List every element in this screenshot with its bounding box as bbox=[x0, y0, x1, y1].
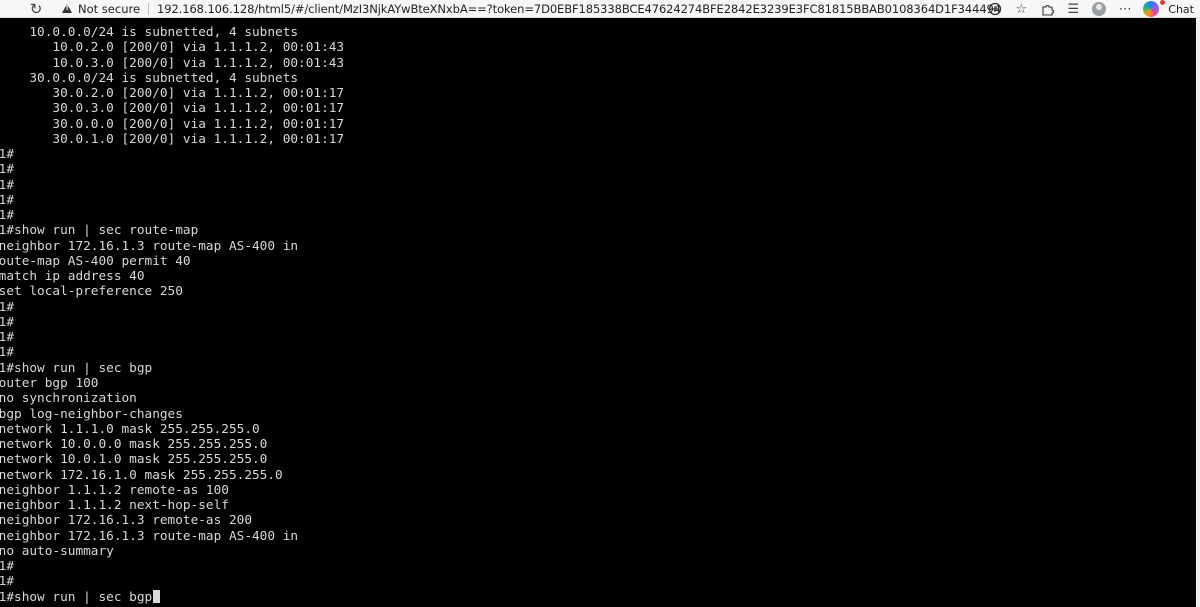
terminal-line: set local-preference 250 bbox=[0, 284, 183, 300]
copilot-icon[interactable] bbox=[1138, 0, 1166, 18]
terminal-line: R1# bbox=[0, 330, 15, 346]
puzzle-icon[interactable] bbox=[1034, 0, 1060, 18]
terminal-line: bgp log-neighbor-changes bbox=[0, 406, 183, 422]
terminal-line: neighbor 172.16.1.3 remote-as 200 bbox=[0, 513, 252, 529]
terminal-line: B 30.0.3.0 [200/0] via 1.1.1.2, 00:01:17 bbox=[0, 101, 345, 117]
browser-toolbar: ↻ Not secure 192.168.106.128/html5/#/cli… bbox=[0, 0, 1200, 18]
terminal-line: R1#show run | sec bgp bbox=[0, 589, 161, 605]
terminal-line: B 30.0.0.0 [200/0] via 1.1.1.2, 00:01:17 bbox=[0, 116, 345, 132]
window-edge bbox=[1196, 18, 1200, 607]
terminal-line: neighbor 1.1.1.2 remote-as 100 bbox=[0, 482, 229, 498]
toolbar-right-icons: ☆ ☰ ⋯ Chat bbox=[982, 0, 1200, 18]
terminal-line: neighbor 1.1.1.2 next-hop-self bbox=[0, 498, 229, 514]
terminal-line: match ip address 40 bbox=[0, 269, 145, 285]
terminal-line: R1# bbox=[0, 162, 15, 178]
terminal-output[interactable]: 10.0.0.0/24 is subnetted, 4 subnets B 10.… bbox=[0, 18, 1200, 607]
terminal-line: B 30.0.1.0 [200/0] via 1.1.1.2, 00:01:17 bbox=[0, 131, 345, 147]
terminal-cursor bbox=[153, 589, 161, 603]
security-label: Not secure bbox=[78, 1, 141, 16]
terminal-line: B 30.0.2.0 [200/0] via 1.1.1.2, 00:01:17 bbox=[0, 86, 345, 102]
terminal-line: 10.0.0.0/24 is subnetted, 4 subnets bbox=[0, 25, 299, 40]
terminal-line: R1# bbox=[0, 208, 15, 224]
refresh-icon[interactable]: ↻ bbox=[26, 0, 46, 18]
terminal-line: R1# bbox=[0, 314, 15, 330]
address-bar-url[interactable]: 192.168.106.128/html5/#/client/MzI3NjkAY… bbox=[157, 2, 1001, 16]
terminal-line: R1#show run | sec route-map bbox=[0, 223, 199, 239]
terminal-line: router bgp 100 bbox=[0, 375, 99, 391]
terminal-line: no auto-summary bbox=[0, 543, 114, 559]
terminal-line: no synchronization bbox=[0, 391, 137, 407]
terminal-line: R1# bbox=[0, 299, 15, 315]
terminal-line: network 10.0.0.0 mask 255.255.255.0 bbox=[0, 437, 268, 453]
terminal-line: R1# bbox=[0, 345, 15, 361]
notification-dot bbox=[1160, 0, 1166, 5]
terminal-line: network 1.1.1.0 mask 255.255.255.0 bbox=[0, 421, 260, 437]
terminal-line: R1# bbox=[0, 147, 15, 163]
chat-label[interactable]: Chat bbox=[1168, 3, 1194, 16]
terminal-line: B 10.0.2.0 [200/0] via 1.1.1.2, 00:01:43 bbox=[0, 40, 345, 56]
profile-icon[interactable] bbox=[1086, 0, 1112, 18]
terminal-line: neighbor 172.16.1.3 route-map AS-400 in bbox=[0, 528, 299, 544]
terminal-line: route-map AS-400 permit 40 bbox=[0, 253, 191, 269]
more-icon[interactable]: ⋯ bbox=[1112, 0, 1138, 18]
security-indicator[interactable]: Not secure bbox=[62, 0, 140, 18]
terminal-line: R1# bbox=[0, 177, 15, 193]
terminal-line: R1#show run | sec bgp bbox=[0, 360, 153, 376]
terminal-line: neighbor 172.16.1.3 route-map AS-400 in bbox=[0, 238, 299, 254]
warning-icon bbox=[62, 4, 72, 13]
terminal-line: R1# bbox=[0, 192, 15, 208]
terminal-line: network 10.0.1.0 mask 255.255.255.0 bbox=[0, 452, 268, 468]
extension-icon[interactable] bbox=[982, 0, 1008, 18]
avatar bbox=[1092, 2, 1107, 16]
terminal-line: network 172.16.1.0 mask 255.255.255.0 bbox=[0, 467, 283, 483]
terminal-line: R1# bbox=[0, 574, 15, 590]
copilot-logo bbox=[1143, 1, 1160, 17]
terminal-line: 30.0.0.0/24 is subnetted, 4 subnets bbox=[0, 70, 299, 86]
terminal-line: R1# bbox=[0, 559, 15, 575]
favorite-icon[interactable]: ☆ bbox=[1008, 0, 1034, 18]
terminal-line: B 10.0.3.0 [200/0] via 1.1.1.2, 00:01:43 bbox=[0, 55, 345, 71]
address-divider bbox=[148, 2, 150, 15]
favorites-list-icon[interactable]: ☰ bbox=[1060, 0, 1086, 18]
